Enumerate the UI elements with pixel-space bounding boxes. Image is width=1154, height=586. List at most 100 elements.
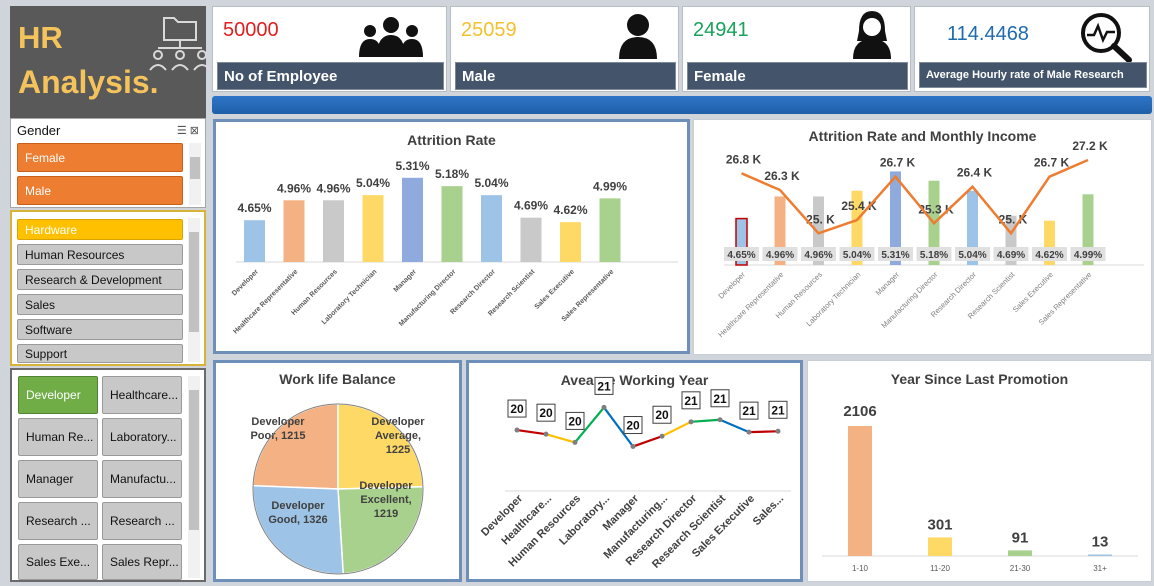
kpi-card-male: 25059 Male bbox=[450, 6, 679, 92]
male-user-icon bbox=[619, 14, 657, 59]
income-label: 26.4 K bbox=[957, 166, 993, 180]
x-tick-label: Developer bbox=[716, 270, 747, 301]
dashboard-title: HR Analysis. bbox=[10, 6, 211, 118]
kpi-label: Male bbox=[455, 62, 676, 90]
slicer-item-research-development[interactable]: Research & Development bbox=[17, 269, 183, 290]
gender-slicer-header: Gender bbox=[17, 122, 61, 138]
data-label: 4.96% bbox=[277, 181, 311, 195]
slicer-item-sales[interactable]: Sales bbox=[17, 294, 183, 315]
attrition-income-panel: Attrition Rate and Monthly Income 4.65% D… bbox=[693, 119, 1152, 355]
line-segment bbox=[748, 430, 779, 434]
slicer-item-healthcare[interactable]: Healthcare... bbox=[102, 376, 182, 414]
people-group-icon bbox=[359, 17, 423, 57]
bar bbox=[520, 217, 542, 262]
kpi-card-hourly-rate: 114.4468 Average Hourly rate of Male Res… bbox=[914, 6, 1150, 92]
slicer-item-software[interactable]: Software bbox=[17, 319, 183, 340]
data-label: 20 bbox=[510, 402, 524, 416]
x-tick-label: Healthcare Representative bbox=[232, 268, 299, 335]
attrition-rate-panel: Attrition Rate 4.65% Developer 4.96% Health… bbox=[213, 119, 690, 354]
line-segment bbox=[516, 428, 547, 436]
income-label: 25.4 K bbox=[841, 199, 877, 213]
work-life-balance-chart: Developer Poor, 1215Developer Average, 1225… bbox=[250, 403, 425, 575]
slicer-item-manager[interactable]: Manager bbox=[18, 460, 98, 498]
bar bbox=[560, 222, 581, 262]
data-label: 4.69% bbox=[997, 250, 1025, 261]
bar bbox=[323, 200, 344, 262]
slicer-item-sales-executive[interactable]: Sales Exe... bbox=[18, 544, 98, 580]
kpi-value: 25059 bbox=[461, 19, 517, 41]
header-band bbox=[212, 96, 1152, 114]
gender-scrollbar[interactable] bbox=[189, 143, 201, 205]
role-scrollbar[interactable] bbox=[188, 376, 200, 578]
kpi-label: Average Hourly rate of Male Research bbox=[919, 62, 1147, 88]
point bbox=[746, 429, 752, 435]
bar bbox=[402, 177, 423, 262]
point bbox=[688, 419, 694, 425]
slicer-item-hardware[interactable]: Hardware bbox=[17, 219, 183, 240]
slicer-item-research-2[interactable]: Research ... bbox=[102, 502, 182, 540]
income-label: 26.7 K bbox=[880, 156, 916, 170]
data-label: 21 bbox=[742, 404, 756, 418]
data-label: 4.62% bbox=[553, 203, 587, 217]
title-line-2: Analysis. bbox=[18, 64, 159, 100]
data-label: 5.04% bbox=[474, 176, 508, 190]
title-line-1: HR bbox=[18, 20, 63, 55]
data-label: 5.18% bbox=[435, 167, 469, 181]
bar bbox=[599, 198, 621, 262]
income-label: 27.2 K bbox=[1072, 139, 1108, 153]
department-scrollbar[interactable] bbox=[188, 218, 200, 362]
data-label: 21 bbox=[684, 394, 698, 408]
line-segment bbox=[545, 433, 576, 444]
data-label: 4.65% bbox=[237, 201, 271, 215]
point bbox=[514, 427, 520, 433]
department-slicer: Hardware Human Resources Research & Deve… bbox=[10, 210, 206, 366]
data-label: 2106 bbox=[843, 403, 876, 420]
kpi-card-female: 24941 Female bbox=[682, 6, 911, 92]
x-tick-label: 1-10 bbox=[852, 564, 869, 573]
attrition-income-chart: 4.65% Developer 4.96% Healthcare Representa… bbox=[716, 139, 1144, 339]
bar bbox=[362, 195, 384, 262]
data-label: 21 bbox=[771, 403, 785, 417]
x-tick-label: Manager bbox=[874, 270, 902, 298]
bar bbox=[848, 426, 872, 556]
data-label: 20 bbox=[539, 406, 553, 420]
data-label: 4.99% bbox=[593, 179, 627, 193]
point bbox=[601, 404, 607, 410]
clear-filter-icon[interactable]: ⊠ bbox=[190, 125, 199, 137]
slicer-item-laboratory[interactable]: Laboratory... bbox=[102, 418, 182, 456]
data-label: 20 bbox=[655, 408, 669, 422]
x-tick-label: 21-30 bbox=[1010, 564, 1031, 573]
slicer-item-support[interactable]: Support bbox=[17, 344, 183, 363]
bar bbox=[441, 186, 463, 262]
income-label: 26.3 K bbox=[764, 169, 800, 183]
bar bbox=[1008, 550, 1032, 556]
x-tick-label: 11-20 bbox=[930, 564, 950, 573]
slicer-item-human-resources-role[interactable]: Human Re... bbox=[18, 418, 98, 456]
point bbox=[717, 417, 723, 423]
data-label: 21 bbox=[713, 392, 727, 406]
slicer-item-sales-representative[interactable]: Sales Repr... bbox=[102, 544, 182, 580]
x-tick-label: Sales... bbox=[751, 493, 786, 528]
bar bbox=[1088, 554, 1112, 556]
promotion-chart: 2106 1-10 301 11-20 91 21-30 13 31+ bbox=[822, 403, 1138, 573]
data-label: 5.04% bbox=[843, 250, 871, 261]
line-segment bbox=[719, 418, 750, 434]
data-label: 5.31% bbox=[395, 159, 429, 173]
data-label: 13 bbox=[1092, 534, 1109, 551]
slicer-item-male[interactable]: Male bbox=[17, 176, 183, 205]
data-label: 4.96% bbox=[804, 250, 832, 261]
income-label: 26.7 K bbox=[1034, 156, 1070, 170]
promotion-panel: Year Since Last Promotion 2106 1-10 301 11-… bbox=[807, 360, 1152, 582]
bar bbox=[283, 200, 305, 262]
data-label: 5.31% bbox=[881, 250, 909, 261]
slicer-item-manufacturing[interactable]: Manufactu... bbox=[102, 460, 182, 498]
data-label: 4.69% bbox=[514, 199, 548, 213]
slicer-item-research-1[interactable]: Research ... bbox=[18, 502, 98, 540]
data-label: 4.96% bbox=[316, 181, 350, 195]
slicer-item-human-resources[interactable]: Human Resources bbox=[17, 244, 183, 265]
multi-select-icon[interactable]: ☰ bbox=[177, 125, 187, 137]
kpi-value: 50000 bbox=[223, 19, 279, 41]
slicer-item-female[interactable]: Female bbox=[17, 143, 183, 172]
slicer-item-developer[interactable]: Developer bbox=[18, 376, 98, 414]
data-label: 91 bbox=[1012, 529, 1029, 546]
